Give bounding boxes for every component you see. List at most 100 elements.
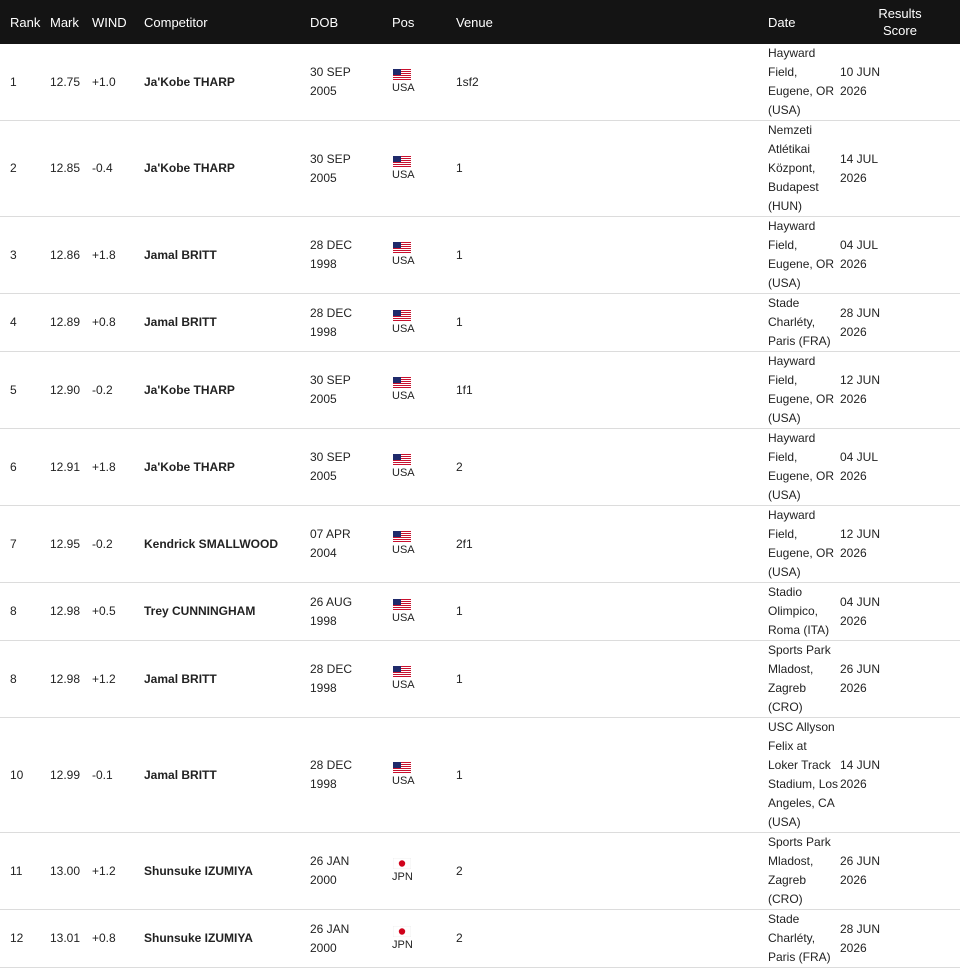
header-date[interactable]: Date: [768, 0, 840, 44]
dob-cell: 26 JAN 2000: [310, 833, 392, 910]
date-cell: 28 JUN 2026: [840, 910, 960, 968]
nationality-cell: USA: [392, 429, 456, 506]
dob-cell: 07 APR 2004: [310, 506, 392, 583]
mark-cell: 12.91: [50, 459, 81, 474]
pos-cell: 1sf2: [456, 74, 479, 89]
venue-cell: Stadio Olimpico, Roma (ITA): [768, 585, 830, 637]
date-year: 2026: [840, 613, 867, 628]
header-wind[interactable]: WIND: [92, 0, 144, 44]
pos-cell: 1: [456, 671, 463, 686]
competitor-link[interactable]: Kendrick SMALLWOOD: [144, 506, 310, 583]
dob-year: 2005: [310, 170, 337, 185]
dob-day-month: 26 JAN: [310, 921, 350, 936]
competitor-link[interactable]: Ja'Kobe THARP: [144, 121, 310, 217]
date-cell: 04 JUL 2026: [840, 429, 960, 506]
date-year: 2026: [840, 546, 867, 560]
wind-cell: -0.2: [92, 536, 113, 551]
wind-cell: +0.8: [92, 315, 116, 329]
dob-cell: 28 DEC 1998: [310, 718, 392, 833]
date-cell: 10 JUN 2026: [840, 44, 960, 121]
dob-year: 1998: [310, 324, 337, 339]
date-year: 2026: [840, 84, 867, 98]
header-mark[interactable]: Mark: [46, 0, 92, 44]
header-results-score[interactable]: Results Score: [840, 0, 960, 44]
us-flag-icon: [392, 762, 456, 773]
nationality-code: USA: [392, 611, 415, 624]
table-row: 6 12.91 +1.8 Ja'Kobe THARP 30 SEP 2005 U…: [0, 429, 960, 506]
us-flag-icon: [392, 454, 456, 465]
header-venue[interactable]: Venue: [456, 0, 768, 44]
wind-cell: +1.0: [92, 74, 116, 89]
dob-day-month: 07 APR: [310, 527, 351, 541]
date-year: 2026: [840, 777, 867, 791]
table-row: 11 13.00 +1.2 Shunsuke IZUMIYA 26 JAN 20…: [0, 833, 960, 910]
venue-cell: Hayward Field, Eugene, OR (USA): [768, 219, 835, 290]
us-flag-icon: [392, 598, 456, 610]
venue-cell: Hayward Field, Eugene, OR (USA): [768, 354, 835, 425]
table-row: 8 12.98 +0.5 Trey CUNNINGHAM 26 AUG 1998…: [0, 583, 960, 641]
mark-cell: 12.98: [50, 671, 81, 686]
table-header-row: Rank Mark WIND Competitor DOB Pos Venue …: [0, 0, 960, 44]
mark-cell: 12.85: [50, 161, 81, 175]
nationality-cell: USA: [392, 583, 456, 641]
pos-cell: 1f1: [456, 382, 473, 397]
mark-cell: 13.01: [50, 931, 81, 945]
date-day-month: 12 JUN: [840, 527, 881, 541]
table-row: 2 12.85 -0.4 Ja'Kobe THARP 30 SEP 2005 U…: [0, 121, 960, 217]
competitor-link[interactable]: Jamal BRITT: [144, 294, 310, 352]
dob-year: 1998: [310, 777, 337, 791]
us-flag-icon: [392, 377, 456, 388]
table-row: 7 12.95 -0.2 Kendrick SMALLWOOD 07 APR 2…: [0, 506, 960, 583]
date-cell: 26 JUN 2026: [840, 641, 960, 718]
pos-cell: 1: [456, 767, 463, 782]
pos-cell: 1: [456, 247, 463, 262]
header-rank[interactable]: Rank: [0, 0, 46, 44]
competitor-link[interactable]: Ja'Kobe THARP: [144, 352, 310, 429]
competitor-link[interactable]: Trey CUNNINGHAM: [144, 583, 310, 641]
wind-cell: -0.4: [92, 161, 113, 175]
nationality-cell: USA: [392, 352, 456, 429]
us-flag-icon: [392, 69, 456, 80]
header-dob[interactable]: DOB: [310, 0, 392, 44]
mark-cell: 12.86: [50, 247, 81, 262]
nationality-code: JPN: [392, 871, 413, 883]
nationality-code: USA: [392, 255, 415, 267]
date-cell: 28 JUN 2026: [840, 294, 960, 352]
date-year: 2026: [840, 392, 867, 406]
table-row: 3 12.86 +1.8 Jamal BRITT 28 DEC 1998 USA…: [0, 217, 960, 294]
date-day-month: 26 JUN: [840, 662, 881, 676]
wind-cell: +1.2: [92, 671, 116, 686]
us-flag-icon: [392, 309, 456, 321]
dob-day-month: 30 SEP: [310, 151, 351, 166]
competitor-link[interactable]: Jamal BRITT: [144, 641, 310, 718]
nationality-cell: USA: [392, 217, 456, 294]
mark-cell: 12.99: [50, 767, 81, 782]
competitor-link[interactable]: Ja'Kobe THARP: [144, 429, 310, 506]
dob-year: 1998: [310, 257, 337, 271]
date-cell: 04 JUL 2026: [840, 217, 960, 294]
date-cell: 12 JUN 2026: [840, 506, 960, 583]
table-row: 5 12.90 -0.2 Ja'Kobe THARP 30 SEP 2005 U…: [0, 352, 960, 429]
date-cell: 26 JUN 2026: [840, 833, 960, 910]
dob-cell: 28 DEC 1998: [310, 217, 392, 294]
competitor-link[interactable]: Shunsuke IZUMIYA: [144, 910, 310, 968]
competitor-link[interactable]: Jamal BRITT: [144, 217, 310, 294]
header-pos[interactable]: Pos: [392, 0, 456, 44]
wind-cell: -0.1: [92, 767, 113, 782]
dob-day-month: 30 SEP: [310, 65, 351, 79]
venue-cell: Stade Charléty, Paris (FRA): [768, 912, 831, 964]
nationality-cell: USA: [392, 44, 456, 121]
table-row: 12 13.01 +0.8 Shunsuke IZUMIYA 26 JAN 20…: [0, 910, 960, 968]
header-competitor[interactable]: Competitor: [144, 0, 310, 44]
nationality-code: USA: [392, 168, 415, 181]
competitor-link[interactable]: Ja'Kobe THARP: [144, 44, 310, 121]
table-row: 10 12.99 -0.1 Jamal BRITT 28 DEC 1998 US…: [0, 718, 960, 833]
nationality-cell: USA: [392, 121, 456, 217]
rank-cell: 11: [10, 863, 23, 878]
nationality-cell: USA: [392, 506, 456, 583]
competitor-link[interactable]: Jamal BRITT: [144, 718, 310, 833]
dob-year: 2000: [310, 940, 337, 955]
table-row: 1 12.75 +1.0 Ja'Kobe THARP 30 SEP 2005 U…: [0, 44, 960, 121]
competitor-link[interactable]: Shunsuke IZUMIYA: [144, 833, 310, 910]
date-year: 2026: [840, 257, 867, 271]
